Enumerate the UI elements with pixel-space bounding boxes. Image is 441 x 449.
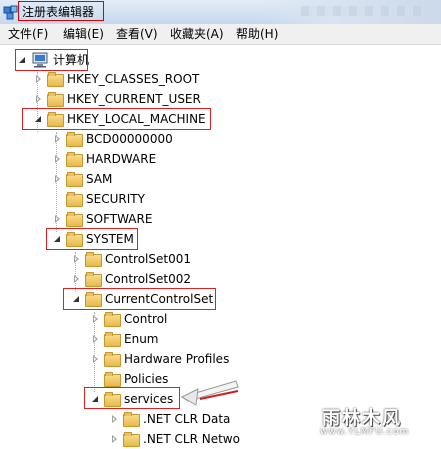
tree-label: BCD00000000 [86,132,173,146]
highlight-box [63,288,216,310]
tree-node-software[interactable]: SOFTWARE [53,209,152,229]
collapse-arrow-icon[interactable] [53,129,63,149]
collapse-arrow-icon[interactable] [91,329,101,349]
tree-label: .NET CLR Netwo [143,432,240,446]
watermark: 雨林木风 www.YLMFU.com [318,404,440,440]
folder-icon [47,92,64,107]
tree-node-hkcr[interactable]: HKEY_CLASSES_ROOT [34,69,199,89]
tree-node-hardware[interactable]: HARDWARE [53,149,156,169]
regedit-icon [3,5,18,20]
tree-node-enum[interactable]: Enum [91,329,158,349]
empty-arrow-space [91,369,101,389]
collapse-arrow-icon[interactable] [110,429,120,449]
tree-label: HARDWARE [86,152,157,166]
highlight-box [46,228,138,250]
folder-icon [104,332,121,347]
menu-view[interactable]: 查看(V) [116,27,158,41]
pointer-arrow-icon [180,380,239,406]
tree-label: SAM [86,172,113,186]
collapse-arrow-icon[interactable] [91,349,101,369]
folder-icon [104,372,121,387]
folder-icon [47,72,64,87]
collapse-arrow-icon[interactable] [72,269,82,289]
tree-node-netclr-network[interactable]: .NET CLR Netwo [110,429,240,449]
watermark-url: www.YLMFU.com [320,427,410,437]
folder-icon [85,252,102,267]
menu-edit[interactable]: 编辑(E) [63,27,104,41]
highlight-box [15,49,88,71]
tree-label: SECURITY [86,192,145,206]
title-bar: 注册表编辑器 [0,0,441,24]
tree-label: ControlSet001 [105,252,191,266]
tree-node-bcd[interactable]: BCD00000000 [53,129,173,149]
collapse-arrow-icon[interactable] [72,249,82,269]
menu-help[interactable]: 帮助(H) [236,27,278,41]
folder-icon [104,312,121,327]
tree-node-hkcu[interactable]: HKEY_CURRENT_USER [34,89,201,109]
tree-label: SOFTWARE [86,212,153,226]
highlight-box [84,387,180,409]
menu-bar: 文件(F) 编辑(E) 查看(V) 收藏夹(A) 帮助(H) [0,24,441,45]
tree-label: HKEY_CLASSES_ROOT [67,72,200,86]
folder-icon [66,192,83,207]
folder-icon [66,172,83,187]
tree-node-security[interactable]: SECURITY [53,189,145,209]
tree-label: Control [124,312,168,326]
tree-node-hardware-profiles[interactable]: Hardware Profiles [91,349,229,369]
tree-label: Hardware Profiles [124,352,230,366]
highlight-box [22,108,211,130]
collapse-arrow-icon[interactable] [34,69,44,89]
menu-file[interactable]: 文件(F) [8,27,48,41]
tree-label: Enum [124,332,159,346]
registry-tree[interactable]: 计算机 HKEY_CLASSES_ROOT HKEY_CURRENT_USER … [0,45,441,447]
collapse-arrow-icon[interactable] [53,169,63,189]
tree-node-control[interactable]: Control [91,309,167,329]
collapse-arrow-icon[interactable] [53,209,63,229]
tree-label: HKEY_CURRENT_USER [67,92,201,106]
tree-label: Policies [124,372,169,386]
folder-icon [123,412,140,427]
collapse-arrow-icon[interactable] [53,149,63,169]
tree-node-controlset002[interactable]: ControlSet002 [72,269,191,289]
folder-icon [123,432,140,447]
collapse-arrow-icon[interactable] [34,89,44,109]
title-highlight-box [18,1,104,21]
collapse-arrow-icon[interactable] [110,409,120,429]
folder-icon [104,352,121,367]
title-bar-fill [261,0,441,24]
tree-label: ControlSet002 [105,272,191,286]
folder-icon [66,152,83,167]
folder-icon [66,212,83,227]
menu-favorites[interactable]: 收藏夹(A) [170,27,224,41]
tree-node-policies[interactable]: Policies [91,369,168,389]
folder-icon [85,272,102,287]
tree-node-controlset001[interactable]: ControlSet001 [72,249,191,269]
empty-arrow-space [53,189,63,209]
tree-node-sam[interactable]: SAM [53,169,112,189]
folder-icon [66,132,83,147]
collapse-arrow-icon[interactable] [91,309,101,329]
